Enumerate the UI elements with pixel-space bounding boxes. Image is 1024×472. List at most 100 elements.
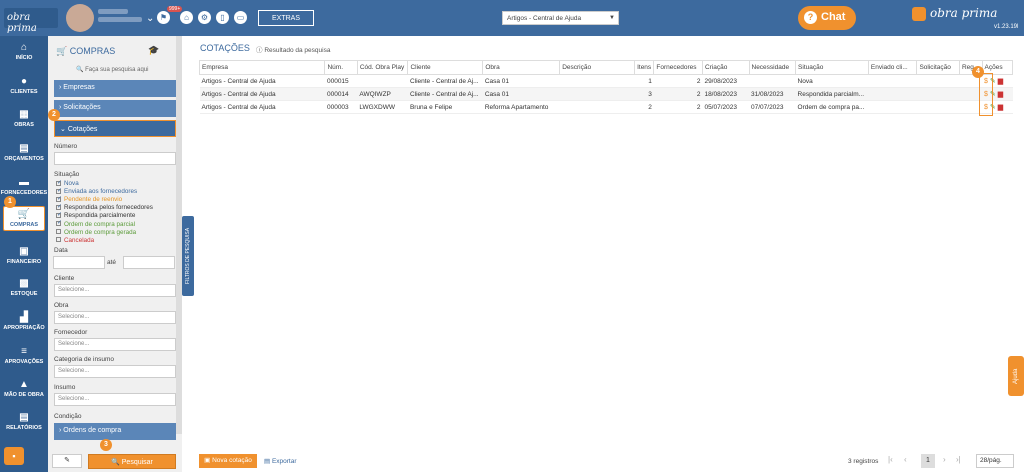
- per-page-select[interactable]: 28/pág.: [976, 454, 1014, 468]
- nav-item-relatorios[interactable]: ▤ RELATÓRIOS: [0, 412, 48, 431]
- graduation-cap-icon[interactable]: 🎓: [148, 45, 159, 56]
- fornecedor-select[interactable]: Selecione...: [54, 338, 176, 351]
- insumo-select[interactable]: Selecione...: [54, 393, 176, 406]
- new-quotation-button[interactable]: ▣ Nova cotação: [199, 454, 257, 468]
- table-row[interactable]: Artigos - Central de Ajuda 000014 AWQIWZP C…: [199, 87, 1013, 101]
- column-header[interactable]: Descrição: [559, 60, 636, 75]
- checkbox-box[interactable]: [56, 229, 61, 235]
- nav-item-obras[interactable]: ▦ OBRAS: [0, 109, 48, 128]
- situacao-checkbox[interactable]: Ordem de compra parcial: [56, 219, 135, 228]
- section-solicitacoes[interactable]: › Solicitações: [54, 100, 176, 117]
- situacao-checkbox[interactable]: Respondida parcialmente: [56, 211, 136, 220]
- chat-label: Chat: [821, 11, 846, 23]
- nav-item-clientes[interactable]: ● CLIENTES: [0, 76, 48, 95]
- app-logo[interactable]: obra prima: [4, 8, 58, 34]
- checkbox-box[interactable]: [56, 211, 62, 218]
- nav-item-inicio[interactable]: ⌂ INÍCIO: [0, 42, 48, 61]
- trash-icon[interactable]: ▆: [998, 104, 1003, 111]
- search-button[interactable]: 🔍 Pesquisar: [88, 454, 176, 469]
- checkbox-box[interactable]: [56, 237, 61, 243]
- date-from-input[interactable]: [53, 256, 105, 269]
- nav-item-mao-de-obra[interactable]: ▲ MÃO DE OBRA: [0, 379, 48, 398]
- column-header[interactable]: Cód. Obra Play: [356, 60, 409, 75]
- mobile-icon[interactable]: ▯: [216, 11, 229, 24]
- column-header[interactable]: Necessidade: [748, 60, 797, 75]
- table-row[interactable]: Artigos - Central de Ajuda 000015 Cliente …: [199, 74, 1013, 88]
- section-empresas[interactable]: › Empresas: [54, 80, 176, 97]
- prev-page-icon[interactable]: ‹: [904, 455, 907, 464]
- column-header[interactable]: Itens: [634, 60, 655, 75]
- column-header[interactable]: Cliente: [407, 60, 484, 75]
- column-header[interactable]: Situação: [795, 60, 869, 75]
- company-select[interactable]: Artigos - Central de Ajuda ▼: [502, 11, 619, 25]
- section-cotacoes[interactable]: ⌄ Cotações: [54, 120, 176, 137]
- column-header[interactable]: Enviado cli...: [867, 60, 918, 75]
- situacao-checkbox[interactable]: Respondida pelos fornecedores: [56, 203, 153, 211]
- export-link[interactable]: ▤ Exportar: [264, 457, 297, 465]
- column-header[interactable]: Solicitação: [916, 60, 960, 75]
- table-cell: 2: [653, 100, 703, 114]
- company-select-value: Artigos - Central de Ajuda: [507, 15, 582, 22]
- flag-icon[interactable]: ⚑: [157, 11, 170, 24]
- nav-item-financeiro[interactable]: ▣ FINANCEIRO: [0, 246, 48, 265]
- filter-side-tab[interactable]: FILTROS DE PESQUISA: [182, 216, 194, 296]
- section-ordens[interactable]: › Ordens de compra: [54, 423, 176, 440]
- column-header[interactable]: Obra: [482, 60, 561, 75]
- situacao-checkbox[interactable]: Pendente de reenvio: [56, 195, 122, 203]
- situacao-label: Respondida parcialmente: [64, 212, 136, 220]
- table-cell: [916, 87, 960, 101]
- table-row[interactable]: Artigos - Central de Ajuda 000003 LWGXDWW B…: [199, 100, 1013, 114]
- table-cell: [868, 74, 917, 88]
- nav-item-fornecedores[interactable]: ▬ FORNECEDORES: [0, 177, 48, 196]
- current-page[interactable]: 1: [921, 454, 935, 468]
- column-header[interactable]: Empresa: [198, 60, 326, 75]
- nav-item-apropriacao[interactable]: ▟ APROPRIAÇÃO: [0, 312, 48, 331]
- date-to-input[interactable]: [123, 256, 175, 269]
- user-info[interactable]: [98, 9, 144, 27]
- callout-1: 1: [4, 196, 16, 208]
- checkbox-box[interactable]: [56, 187, 62, 194]
- situacao-checkbox[interactable]: Cancelada: [56, 237, 94, 244]
- nav-item-aprovacoes[interactable]: ≡ APROVAÇÕES: [0, 346, 48, 365]
- cliente-select[interactable]: Selecione...: [54, 284, 176, 297]
- clear-button[interactable]: ✎: [52, 454, 82, 468]
- column-header[interactable]: Criação: [701, 60, 750, 75]
- checkbox-box[interactable]: [56, 203, 62, 210]
- obra-select[interactable]: Selecione...: [54, 311, 176, 324]
- help-tab[interactable]: Ajuda: [1008, 356, 1024, 396]
- trash-icon[interactable]: ▆: [998, 78, 1003, 85]
- categoria-select[interactable]: Selecione...: [54, 365, 176, 378]
- filter-panel: 🛒 COMPRAS 🎓 🔍 Faça sua pesquisa aqui › E…: [48, 36, 182, 472]
- nav-item-orcamentos[interactable]: ▤ ORÇAMENTOS: [0, 143, 48, 162]
- table-cell: [559, 87, 635, 101]
- notification-badge: 999+: [167, 6, 183, 12]
- home-icon[interactable]: ⌂: [180, 11, 193, 24]
- column-header[interactable]: Fornecedores: [653, 60, 703, 75]
- worker-icon: ▲: [19, 379, 29, 390]
- extras-button[interactable]: EXTRAS: [258, 10, 314, 26]
- insumo-label: Insumo: [54, 384, 76, 391]
- table-cell: Cliente - Central de Aj...: [407, 74, 483, 88]
- situacao-checkbox[interactable]: Ordem de compra gerada: [56, 229, 136, 236]
- monitor-icon[interactable]: ▭: [234, 11, 247, 24]
- checkbox-box[interactable]: [56, 219, 62, 226]
- chat-button[interactable]: ? Chat: [798, 6, 856, 30]
- gear-icon[interactable]: ⚙: [198, 11, 211, 24]
- table-cell: 000014: [324, 87, 358, 101]
- first-page-icon[interactable]: |‹: [888, 455, 893, 464]
- checkbox-box[interactable]: [56, 195, 62, 202]
- condicao-label: Condição: [54, 413, 82, 420]
- chevron-down-icon[interactable]: ⌄: [146, 13, 154, 24]
- situacao-checkbox[interactable]: Enviada aos fornecedores: [56, 187, 137, 195]
- avatar[interactable]: [66, 4, 94, 32]
- nav-item-compras[interactable]: 🛒 COMPRAS: [3, 206, 45, 231]
- trash-icon[interactable]: ▆: [998, 91, 1003, 98]
- column-header[interactable]: Núm.: [324, 60, 358, 75]
- next-page-icon[interactable]: ›: [943, 455, 946, 464]
- checkbox-box[interactable]: [56, 179, 62, 186]
- nav-item-estoque[interactable]: ▩ ESTOQUE: [0, 278, 48, 297]
- table-cell: Ordem de compra pa...: [795, 100, 869, 114]
- last-page-icon[interactable]: ›|: [956, 455, 961, 464]
- numero-input[interactable]: [54, 152, 176, 165]
- chat-bubble-icon[interactable]: ▪: [4, 447, 24, 465]
